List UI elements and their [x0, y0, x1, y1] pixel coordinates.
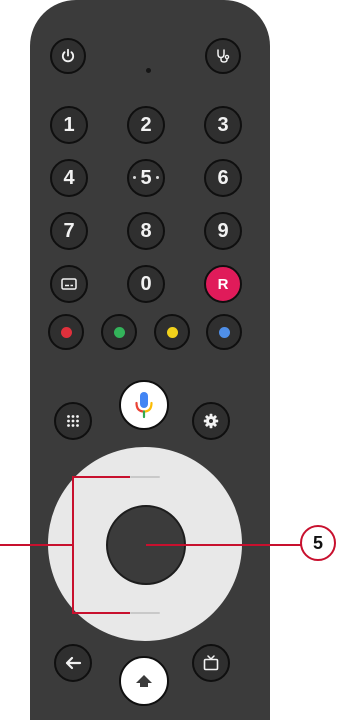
gear-icon — [203, 413, 219, 429]
record-button[interactable]: R — [204, 265, 242, 303]
dpad-down-marker — [130, 612, 160, 614]
subtitles-button[interactable] — [50, 265, 88, 303]
callout-bracket-top — [72, 476, 130, 478]
red-dot — [60, 326, 72, 338]
tv-icon — [203, 655, 219, 671]
power-button[interactable] — [50, 38, 86, 74]
yellow-dot — [166, 326, 178, 338]
microphone-icon — [135, 392, 153, 419]
number-button-5[interactable]: 5 — [127, 159, 165, 197]
back-button[interactable] — [54, 644, 92, 682]
apps-button[interactable] — [54, 402, 92, 440]
number-button-5-label: 5 — [140, 166, 152, 189]
home-button[interactable] — [119, 656, 169, 706]
subtitles-icon — [61, 278, 77, 290]
dpad-up-marker — [130, 476, 160, 478]
home-icon — [136, 675, 152, 687]
blue-dot — [218, 326, 230, 338]
power-icon — [61, 48, 75, 63]
number-button-1[interactable]: 1 — [50, 106, 88, 144]
callout-bracket-bottom — [72, 612, 130, 614]
number-button-3[interactable]: 3 — [204, 106, 242, 144]
green-dot — [113, 326, 125, 338]
number-button-9[interactable]: 9 — [204, 212, 242, 250]
back-arrow-icon — [65, 656, 82, 670]
stethoscope-icon — [217, 49, 230, 63]
number-button-6[interactable]: 6 — [204, 159, 242, 197]
tactile-dot-left — [133, 176, 136, 179]
callout-line-left — [0, 544, 74, 546]
settings-button[interactable] — [192, 402, 230, 440]
yellow-color-button[interactable] — [154, 314, 190, 350]
assistant-button[interactable] — [119, 380, 169, 430]
microphone-hole — [146, 68, 151, 73]
green-color-button[interactable] — [101, 314, 137, 350]
number-button-8[interactable]: 8 — [127, 212, 165, 250]
red-color-button[interactable] — [48, 314, 84, 350]
apps-grid-icon — [67, 415, 79, 427]
tactile-dot-right — [156, 176, 159, 179]
callout-number: 5 — [300, 525, 336, 561]
number-button-0[interactable]: 0 — [127, 265, 165, 303]
number-button-2[interactable]: 2 — [127, 106, 165, 144]
diagnostics-button[interactable] — [205, 38, 241, 74]
number-button-4[interactable]: 4 — [50, 159, 88, 197]
number-button-7[interactable]: 7 — [50, 212, 88, 250]
blue-color-button[interactable] — [206, 314, 242, 350]
tv-button[interactable] — [192, 644, 230, 682]
callout-line-right — [146, 544, 302, 546]
